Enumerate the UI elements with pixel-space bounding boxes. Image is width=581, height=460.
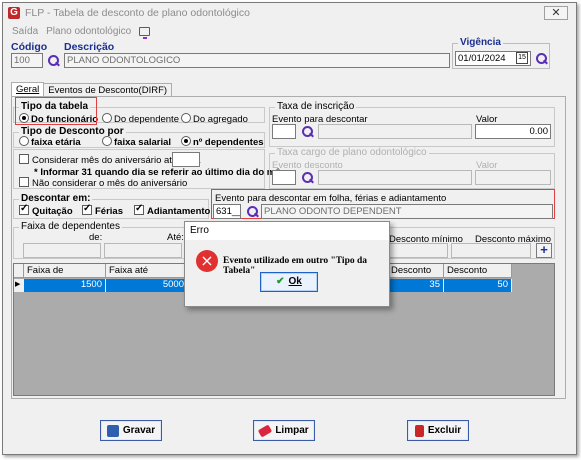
- taxa-cargo-valor-field: [475, 170, 551, 185]
- vigencia-search-icon[interactable]: [535, 52, 548, 65]
- evento-folha-desc: PLANO ODONTO DEPENDENT: [261, 204, 553, 219]
- codigo-field[interactable]: 100: [11, 53, 43, 68]
- checkbox-label: Quitação: [32, 206, 73, 217]
- check-quitacao[interactable]: Quitação: [19, 203, 73, 217]
- dia-aniversario-field[interactable]: [172, 152, 200, 167]
- calendar-icon[interactable]: 15: [516, 52, 528, 64]
- check-ferias[interactable]: Férias: [82, 203, 123, 217]
- radio-do-agregado[interactable]: Do agregado: [181, 113, 248, 125]
- cell-max[interactable]: 50: [444, 279, 512, 292]
- faixa-de-label: de:: [89, 232, 103, 243]
- evento-folha-code[interactable]: 631__: [213, 204, 241, 219]
- limpar-button[interactable]: Limpar: [253, 420, 315, 441]
- grid-col-faixa-ate[interactable]: Faixa até: [106, 264, 188, 278]
- radio-label: nº dependentes: [193, 137, 264, 148]
- dialog-title: Erro: [185, 222, 389, 240]
- descontar-title: Descontar em:: [19, 193, 93, 204]
- checkbox: [134, 203, 144, 215]
- main-window: G FLP - Tabela de desconto de plano odon…: [2, 2, 577, 455]
- checkbox-label: Férias: [95, 206, 123, 217]
- taxa-cargo-search-icon[interactable]: [301, 171, 314, 184]
- excluir-label: Excluir: [427, 425, 462, 436]
- taxa-cargo-desc: [318, 170, 472, 185]
- grid-corner: [14, 264, 24, 278]
- add-faixa-button[interactable]: +: [536, 243, 552, 258]
- taxa-cargo-title: Taxa cargo de plano odontológico: [275, 147, 429, 158]
- check-adiantamento[interactable]: Adiantamento: [134, 203, 211, 217]
- radio-label: faixa etária: [31, 137, 81, 148]
- radio-dot: [181, 136, 191, 146]
- gravar-label: Gravar: [122, 425, 156, 436]
- faixa-dependentes-title: Faixa de dependentes: [19, 221, 122, 232]
- cell-faixa-ate[interactable]: 5000: [106, 279, 188, 292]
- taxa-evento-field[interactable]: [272, 124, 296, 139]
- codigo-search-icon[interactable]: [47, 54, 60, 67]
- grid-col-faixa-de[interactable]: Faixa de: [24, 264, 106, 278]
- gravar-button[interactable]: Gravar: [100, 420, 162, 441]
- ok-button[interactable]: ✔ Ok: [260, 272, 318, 292]
- checkbox: [19, 203, 29, 215]
- save-icon: [106, 424, 119, 437]
- codigo-label: Código: [11, 41, 48, 53]
- cell-faixa-de[interactable]: 1500: [24, 279, 106, 292]
- desc-max-field[interactable]: [451, 243, 531, 258]
- radio-n-dependentes[interactable]: nº dependentes: [181, 136, 264, 148]
- highlight-tipo-tabela: [15, 97, 97, 125]
- radio-dot: [102, 136, 112, 146]
- radio-dot: [19, 136, 29, 146]
- faixa-de-field[interactable]: [23, 243, 101, 258]
- evento-folha-title: Evento para descontar em folha, férias e…: [215, 193, 447, 204]
- nao-considerar-check[interactable]: Não considerar o mês do aniversário: [19, 177, 187, 189]
- checkbox: [19, 154, 29, 164]
- app-icon: G: [8, 7, 20, 19]
- descricao-label: Descrição: [64, 41, 115, 53]
- grid-col-min[interactable]: Desconto mínimo: [388, 264, 444, 289]
- radio-label: faixa salarial: [114, 137, 172, 148]
- error-dialog: Erro × Evento utilizado em outro "Tipo d…: [184, 221, 390, 307]
- radio-label: Do dependente: [114, 114, 179, 125]
- menu-saida[interactable]: Saída: [12, 26, 38, 37]
- checkbox: [19, 177, 29, 187]
- tab-geral[interactable]: Geral: [11, 82, 45, 97]
- menu-plano[interactable]: Plano odontológico: [46, 26, 131, 37]
- taxa-inscricao-title: Taxa de inscrição: [275, 101, 357, 112]
- ok-label: Ok: [288, 276, 302, 287]
- taxa-evento-desc: [318, 124, 472, 139]
- checkbox-label: Adiantamento: [147, 206, 211, 217]
- grid-col-max[interactable]: Desconto máximo: [444, 264, 512, 289]
- trash-icon: [414, 424, 424, 437]
- tab-strip: Geral Eventos de Desconto(DIRF): [11, 82, 173, 97]
- evento-folha-search-icon[interactable]: [246, 205, 259, 218]
- radio-dot: [102, 113, 112, 123]
- checkbox-label: Não considerar o mês do aniversário: [32, 178, 188, 189]
- close-button[interactable]: ✕: [544, 6, 568, 20]
- faixa-ate-field[interactable]: [104, 243, 182, 258]
- faixa-ate-label: Até:: [167, 232, 184, 243]
- radio-dot: [181, 113, 191, 123]
- radio-label: Do agregado: [193, 114, 248, 125]
- taxa-search-icon[interactable]: [301, 125, 314, 138]
- taxa-cargo-evento-field[interactable]: [272, 170, 296, 185]
- check-icon: ✔: [276, 276, 285, 287]
- monitor-icon[interactable]: [139, 26, 151, 39]
- vigencia-label: Vigência: [458, 37, 503, 48]
- row-marker: ▶: [14, 279, 24, 292]
- cell-min[interactable]: 35: [388, 279, 444, 292]
- radio-do-dependente[interactable]: Do dependente: [102, 113, 179, 125]
- window-title: FLP - Tabela de desconto de plano odonto…: [25, 7, 250, 19]
- radio-faixa-etaria[interactable]: faixa etária: [19, 136, 81, 148]
- limpar-label: Limpar: [275, 425, 309, 436]
- tab-eventos-dirf[interactable]: Eventos de Desconto(DIRF): [43, 83, 173, 97]
- checkbox: [82, 203, 92, 215]
- eraser-icon: [258, 424, 273, 437]
- taxa-valor-field[interactable]: 0.00: [475, 124, 551, 139]
- descricao-field[interactable]: PLANO ODONTOLOGICO: [64, 53, 450, 68]
- error-icon: ×: [196, 250, 218, 272]
- excluir-button[interactable]: Excluir: [407, 420, 469, 441]
- radio-faixa-salarial[interactable]: faixa salarial: [102, 136, 171, 148]
- title-bar: G FLP - Tabela de desconto de plano odon…: [3, 3, 576, 23]
